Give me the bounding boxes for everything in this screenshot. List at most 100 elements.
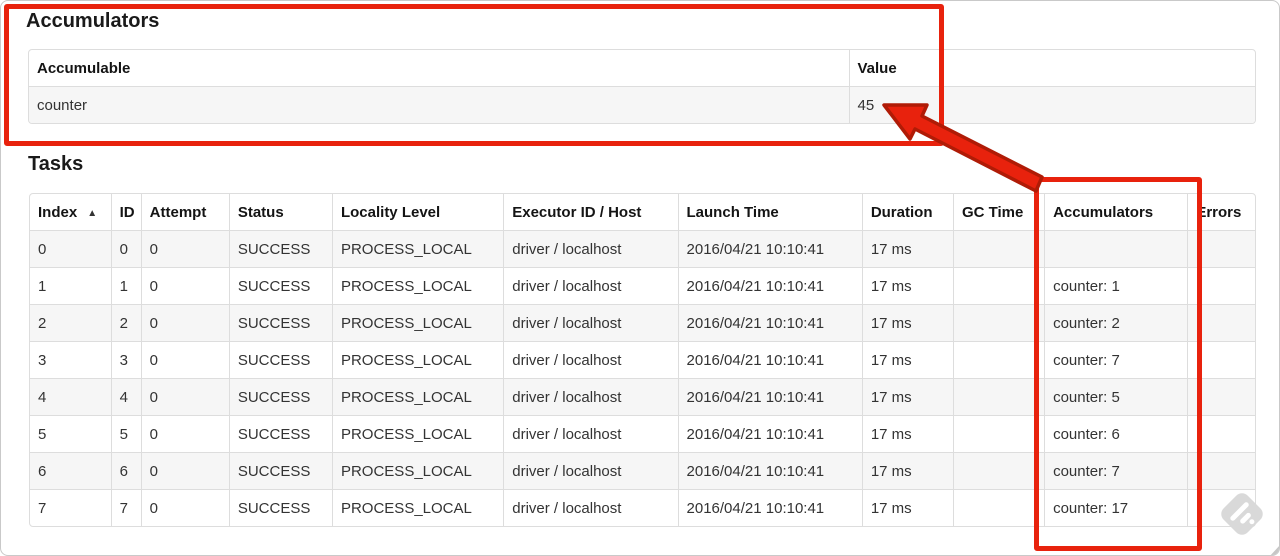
column-header-index[interactable]: Index ▲ xyxy=(30,194,111,231)
errors-cell xyxy=(1187,415,1255,453)
attempt-cell: 0 xyxy=(140,230,230,268)
gc-time-cell xyxy=(952,304,1045,342)
column-header-launch-time[interactable]: Launch Time xyxy=(677,194,863,231)
gc-time-cell xyxy=(952,341,1045,379)
attempt-cell: 0 xyxy=(140,489,230,526)
status-cell: SUCCESS xyxy=(228,304,333,342)
errors-cell xyxy=(1187,230,1255,268)
id-cell: 3 xyxy=(110,341,142,379)
locality-level-cell: PROCESS_LOCAL xyxy=(331,304,504,342)
id-cell: 4 xyxy=(110,378,142,416)
column-header-locality-level[interactable]: Locality Level xyxy=(331,194,504,231)
index-cell: 3 xyxy=(30,341,112,379)
locality-level-cell: PROCESS_LOCAL xyxy=(331,452,504,490)
column-header-accumulable[interactable]: Accumulable xyxy=(29,50,849,87)
task-row: 6 6 0 SUCCESS PROCESS_LOCAL driver / loc… xyxy=(30,452,1255,490)
id-cell: 5 xyxy=(110,415,142,453)
column-header-attempt[interactable]: Attempt xyxy=(140,194,230,231)
executor-id-host-cell: driver / localhost xyxy=(503,267,679,305)
column-header-value[interactable]: Value xyxy=(848,50,1255,87)
index-cell: 4 xyxy=(30,378,112,416)
accumulators-cell xyxy=(1044,230,1188,268)
id-cell: 6 xyxy=(110,452,142,490)
duration-cell: 17 ms xyxy=(861,304,954,342)
column-header-errors[interactable]: Errors xyxy=(1187,194,1255,231)
tasks-table: Index ▲ ID Attempt Status Locality Level … xyxy=(29,193,1256,527)
locality-level-cell: PROCESS_LOCAL xyxy=(331,267,504,305)
duration-cell: 17 ms xyxy=(861,267,954,305)
column-header-gc-time[interactable]: GC Time xyxy=(952,194,1045,231)
attempt-cell: 0 xyxy=(140,304,230,342)
id-cell: 2 xyxy=(110,304,142,342)
id-cell: 1 xyxy=(110,267,142,305)
errors-cell xyxy=(1187,304,1255,342)
locality-level-cell: PROCESS_LOCAL xyxy=(331,378,504,416)
locality-level-cell: PROCESS_LOCAL xyxy=(331,230,504,268)
attempt-cell: 0 xyxy=(140,267,230,305)
column-header-executor-id-host[interactable]: Executor ID / Host xyxy=(503,194,679,231)
errors-cell xyxy=(1187,267,1255,305)
accumulators-cell: counter: 7 xyxy=(1044,452,1188,490)
id-cell: 7 xyxy=(110,489,142,526)
status-cell: SUCCESS xyxy=(228,378,333,416)
duration-cell: 17 ms xyxy=(861,378,954,416)
accumulator-row: counter 45 xyxy=(29,86,1255,123)
accumulators-cell: counter: 5 xyxy=(1044,378,1188,416)
accumulators-cell: counter: 1 xyxy=(1044,267,1188,305)
task-row: 5 5 0 SUCCESS PROCESS_LOCAL driver / loc… xyxy=(30,415,1255,453)
accumulators-cell: counter: 17 xyxy=(1044,489,1188,526)
gc-time-cell xyxy=(952,452,1045,490)
launch-time-cell: 2016/04/21 10:10:41 xyxy=(677,452,863,490)
watermark-dot xyxy=(1248,518,1256,526)
duration-cell: 17 ms xyxy=(861,415,954,453)
status-cell: SUCCESS xyxy=(228,489,333,526)
gc-time-cell xyxy=(952,489,1045,526)
task-row: 4 4 0 SUCCESS PROCESS_LOCAL driver / loc… xyxy=(30,378,1255,416)
duration-cell: 17 ms xyxy=(861,230,954,268)
index-cell: 7 xyxy=(30,489,112,526)
column-header-duration[interactable]: Duration xyxy=(861,194,954,231)
accumulators-table: Accumulable Value counter 45 xyxy=(28,49,1256,124)
task-row: 1 1 0 SUCCESS PROCESS_LOCAL driver / loc… xyxy=(30,267,1255,305)
accumulators-cell: counter: 2 xyxy=(1044,304,1188,342)
accumulators-cell: counter: 7 xyxy=(1044,341,1188,379)
column-header-id[interactable]: ID xyxy=(110,194,142,231)
tasks-header-row: Index ▲ ID Attempt Status Locality Level … xyxy=(30,194,1255,231)
executor-id-host-cell: driver / localhost xyxy=(503,341,679,379)
accumulable-name-cell: counter xyxy=(29,86,849,123)
attempt-cell: 0 xyxy=(140,415,230,453)
status-cell: SUCCESS xyxy=(228,267,333,305)
executor-id-host-cell: driver / localhost xyxy=(503,489,679,526)
executor-id-host-cell: driver / localhost xyxy=(503,415,679,453)
column-header-accumulators[interactable]: Accumulators xyxy=(1044,194,1188,231)
gc-time-cell xyxy=(952,230,1045,268)
index-header-label: Index xyxy=(38,203,78,221)
accumulators-header-row: Accumulable Value xyxy=(29,50,1255,87)
status-cell: SUCCESS xyxy=(228,415,333,453)
duration-cell: 17 ms xyxy=(861,452,954,490)
accumulators-section-title: Accumulators xyxy=(26,10,160,32)
launch-time-cell: 2016/04/21 10:10:41 xyxy=(677,415,863,453)
errors-cell xyxy=(1187,378,1255,416)
locality-level-cell: PROCESS_LOCAL xyxy=(331,489,504,526)
launch-time-cell: 2016/04/21 10:10:41 xyxy=(677,267,863,305)
tasks-section-title: Tasks xyxy=(28,153,84,175)
status-cell: SUCCESS xyxy=(228,341,333,379)
index-cell: 6 xyxy=(30,452,112,490)
status-cell: SUCCESS xyxy=(228,452,333,490)
accumulators-cell: counter: 6 xyxy=(1044,415,1188,453)
gc-time-cell xyxy=(952,415,1045,453)
errors-cell xyxy=(1187,341,1255,379)
corner-artifact xyxy=(1270,546,1279,555)
duration-cell: 17 ms xyxy=(861,489,954,526)
executor-id-host-cell: driver / localhost xyxy=(503,230,679,268)
task-row: 7 7 0 SUCCESS PROCESS_LOCAL driver / loc… xyxy=(30,489,1255,526)
gc-time-cell xyxy=(952,378,1045,416)
task-row: 0 0 0 SUCCESS PROCESS_LOCAL driver / loc… xyxy=(30,230,1255,268)
task-row: 2 2 0 SUCCESS PROCESS_LOCAL driver / loc… xyxy=(30,304,1255,342)
launch-time-cell: 2016/04/21 10:10:41 xyxy=(677,304,863,342)
column-header-status[interactable]: Status xyxy=(228,194,333,231)
id-cell: 0 xyxy=(110,230,142,268)
accumulable-value-cell: 45 xyxy=(848,86,1255,123)
attempt-cell: 0 xyxy=(140,452,230,490)
